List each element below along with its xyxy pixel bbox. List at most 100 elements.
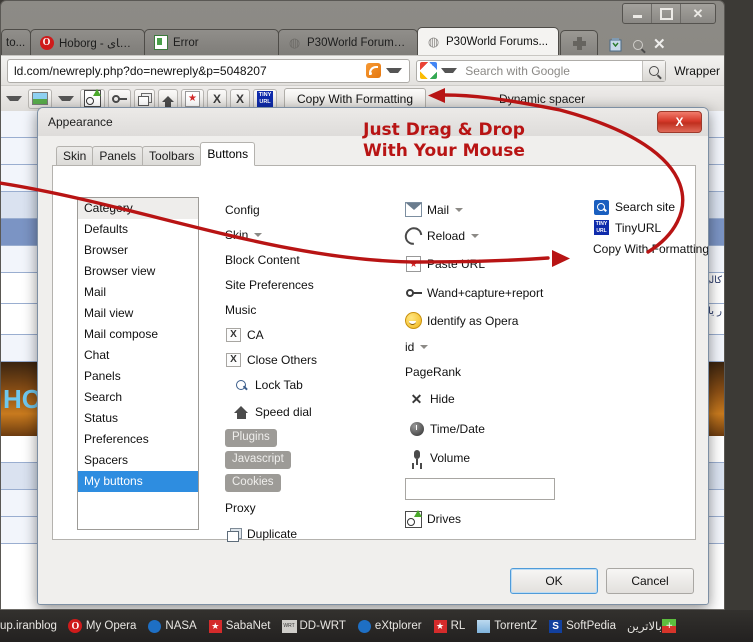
button-search-site[interactable]: Search site <box>593 197 708 217</box>
button-id[interactable]: id <box>405 334 585 360</box>
chevron-down-icon[interactable] <box>386 68 403 73</box>
taskbar-item-softpedia[interactable]: S SoftPedia <box>548 619 616 634</box>
button-tinyurl[interactable]: TINY URL TinyURL <box>593 217 708 238</box>
home-toolbar-button[interactable] <box>158 88 178 109</box>
minimize-button[interactable] <box>623 4 652 23</box>
browser-tab-3[interactable]: ◍ P30World Forums... <box>278 29 418 55</box>
button-label: Proxy <box>225 500 256 515</box>
taskbar: up.iranblog O My Opera NASA ★ SabaNet WR… <box>0 610 753 642</box>
category-list[interactable]: Category Defaults Browser Browser view M… <box>77 197 199 530</box>
address-input[interactable]: ld.com/newreply.php?do=newreply&p=504820… <box>7 58 411 83</box>
button-ca[interactable]: X CA <box>225 322 385 347</box>
search-input[interactable]: Search with Google <box>416 59 667 82</box>
tab-skin[interactable]: Skin <box>56 146 94 166</box>
taskbar-item-nasa[interactable]: NASA <box>147 619 197 634</box>
button-lock-tab[interactable]: Lock Tab <box>225 372 385 397</box>
tab-bar-tools: ✕ <box>608 37 666 52</box>
close-others-toolbar-button[interactable]: X <box>230 88 250 109</box>
chevron-down-icon[interactable] <box>441 68 458 73</box>
category-item-search[interactable]: Search <box>78 387 198 408</box>
button-javascript[interactable]: Javascript <box>225 449 385 471</box>
button-hide[interactable]: ✕ Hide <box>405 384 585 414</box>
chevron-down-icon <box>254 232 263 237</box>
close-button[interactable]: ✕ <box>681 4 715 23</box>
button-column-1: Config Skin Block Content Site Preferenc… <box>225 197 385 548</box>
trash-icon[interactable] <box>608 37 623 52</box>
taskbar-item-balatarin[interactable]: + بالاترین <box>627 619 680 634</box>
category-item-browser-view[interactable]: Browser view <box>78 261 198 282</box>
image-toggle-button[interactable] <box>28 88 52 109</box>
wand-toolbar-button[interactable] <box>108 88 131 109</box>
category-item-browser[interactable]: Browser <box>78 240 198 261</box>
taskbar-label: SabaNet <box>225 620 271 632</box>
close-page-icon[interactable]: ✕ <box>653 37 666 52</box>
ok-button[interactable]: OK <box>510 568 598 594</box>
category-item-defaults[interactable]: Defaults <box>78 219 198 240</box>
button-copy-with-formatting[interactable]: Copy With Formatting <box>593 238 709 259</box>
maximize-button[interactable] <box>652 4 681 23</box>
browser-tab-0[interactable]: to... <box>1 29 31 55</box>
button-close-others[interactable]: X Close Others <box>225 347 385 372</box>
tab-toolbars[interactable]: Toolbars <box>142 146 202 166</box>
category-item-preferences[interactable]: Preferences <box>78 429 198 450</box>
ca-toolbar-button[interactable]: X <box>207 88 227 109</box>
taskbar-item-torrentz[interactable]: TorrentZ <box>476 619 537 634</box>
browser-tab-1[interactable]: O Hoborg - مدیاهای ... <box>30 29 145 55</box>
button-reload[interactable]: Reload <box>401 222 585 250</box>
button-identify-as-opera[interactable]: Identify as Opera <box>405 307 585 334</box>
button-plugins[interactable]: Plugins <box>225 427 385 449</box>
category-item-spacers[interactable]: Spacers <box>78 450 198 471</box>
category-item-my-buttons[interactable]: My buttons <box>78 471 198 492</box>
taskbar-label: بالاترین <box>627 619 662 633</box>
duplicate-toolbar-button[interactable] <box>134 88 155 109</box>
tab-panels[interactable]: Panels <box>92 146 144 166</box>
cancel-button[interactable]: Cancel <box>606 568 694 594</box>
category-item-mail[interactable]: Mail <box>78 282 198 303</box>
new-tab-button[interactable] <box>560 30 598 55</box>
category-item-chat[interactable]: Chat <box>78 345 198 366</box>
tab-buttons[interactable]: Buttons <box>200 142 256 166</box>
button-empty-field[interactable] <box>405 472 585 506</box>
paste-url-toolbar-button[interactable] <box>181 88 204 109</box>
taskbar-item-ddwrt[interactable]: WRT DD-WRT <box>281 619 346 634</box>
button-config[interactable]: Config <box>225 197 385 222</box>
category-item-panels[interactable]: Panels <box>78 366 198 387</box>
wrapper-label[interactable]: Wrapper <box>674 64 720 78</box>
taskbar-item-rl[interactable]: ★ RL <box>433 619 465 634</box>
taskbar-item-extplorer[interactable]: eXtplorer <box>357 619 422 634</box>
button-volume[interactable]: Volume <box>405 443 585 472</box>
taskbar-item-my-opera[interactable]: O My Opera <box>68 619 136 634</box>
button-time-date[interactable]: Time/Date <box>405 414 585 443</box>
category-item-mail-compose[interactable]: Mail compose <box>78 324 198 345</box>
button-speed-dial[interactable]: Speed dial <box>225 397 385 427</box>
button-pagerank[interactable]: PageRank <box>405 360 585 384</box>
taskbar-item-iranblog[interactable]: up.iranblog <box>0 620 57 632</box>
back-dropdown-button[interactable] <box>3 89 25 109</box>
search-icon[interactable] <box>633 39 643 50</box>
button-mail[interactable]: Mail <box>405 197 585 222</box>
tinyurl-toolbar-button[interactable]: TINY URL <box>253 88 277 109</box>
button-paste-url[interactable]: Paste URL <box>405 250 585 278</box>
button-duplicate[interactable]: Duplicate <box>225 520 385 548</box>
button-drives[interactable]: Drives <box>405 506 585 532</box>
button-label: id <box>405 340 415 354</box>
rss-icon[interactable] <box>366 63 382 78</box>
browser-tab-4-active[interactable]: ◍ P30World Forums... <box>417 27 559 55</box>
button-label: Copy With Formatting <box>593 241 709 256</box>
button-proxy[interactable]: Proxy <box>225 495 385 520</box>
image-dropdown-button[interactable] <box>55 89 77 109</box>
browser-tab-2[interactable]: Error <box>144 29 279 55</box>
button-wand-capture-report[interactable]: Wand+capture+report <box>405 278 585 307</box>
button-site-preferences[interactable]: Site Preferences <box>225 272 385 297</box>
button-music[interactable]: Music <box>225 297 385 322</box>
button-block-content[interactable]: Block Content <box>225 247 385 272</box>
magnifier-icon[interactable] <box>642 60 666 81</box>
category-item-mail-view[interactable]: Mail view <box>78 303 198 324</box>
button-skin[interactable]: Skin <box>225 222 385 247</box>
empty-text-field[interactable] <box>405 478 555 500</box>
taskbar-item-sabanet[interactable]: ★ SabaNet <box>208 619 271 634</box>
dialog-close-button[interactable]: X <box>657 111 702 133</box>
button-cookies[interactable]: Cookies <box>225 471 385 495</box>
drives-toolbar-button[interactable] <box>80 88 105 109</box>
category-item-status[interactable]: Status <box>78 408 198 429</box>
